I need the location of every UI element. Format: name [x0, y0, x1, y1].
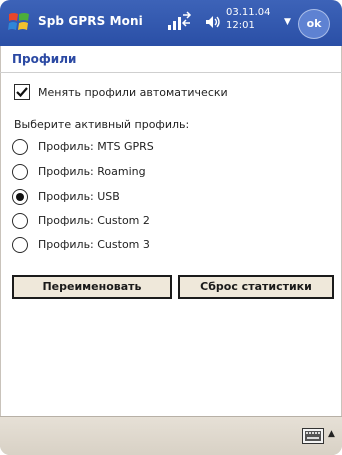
profile-option-custom-2[interactable]: Профиль: Custom 2: [12, 213, 312, 231]
rename-button[interactable]: Переименовать: [12, 275, 172, 299]
windows-flag-icon[interactable]: [6, 9, 32, 35]
profile-option-mts-gprs[interactable]: Профиль: MTS GPRS: [12, 139, 312, 157]
divider: [0, 72, 342, 73]
profile-label[interactable]: Профиль: Custom 3: [38, 238, 150, 251]
menu-bar: ▲: [0, 416, 342, 455]
dropdown-arrow-icon[interactable]: ▼: [284, 17, 291, 27]
radio-button-selected[interactable]: [12, 189, 28, 205]
input-menu-arrow-icon[interactable]: ▲: [328, 429, 335, 439]
title-bar: Spb GPRS Moni 03.11.04 12:01 ▼ ok: [0, 0, 342, 46]
choose-profile-label: Выберите активный профиль:: [14, 118, 190, 131]
profile-label[interactable]: Профиль: Roaming: [38, 165, 146, 178]
radio-button[interactable]: [12, 164, 28, 180]
app-window: Spb GPRS Moni 03.11.04 12:01 ▼ ok Профил…: [0, 0, 342, 455]
radio-button[interactable]: [12, 213, 28, 229]
signal-icon[interactable]: [166, 11, 192, 33]
radio-button[interactable]: [12, 139, 28, 155]
checkmark-icon: [16, 87, 28, 98]
page-title: Профили: [12, 52, 77, 66]
profile-option-usb[interactable]: Профиль: USB: [12, 189, 312, 207]
radio-button[interactable]: [12, 237, 28, 253]
profile-option-roaming[interactable]: Профиль: Roaming: [12, 164, 312, 182]
profile-label[interactable]: Профиль: MTS GPRS: [38, 140, 154, 153]
time-text: 12:01: [226, 20, 255, 31]
profile-label[interactable]: Профиль: Custom 2: [38, 214, 150, 227]
app-title: Spb GPRS Moni: [38, 14, 143, 28]
profile-label[interactable]: Профиль: USB: [38, 190, 120, 203]
auto-switch-label[interactable]: Менять профили автоматически: [38, 86, 228, 99]
clock[interactable]: 03.11.04 12:01: [226, 6, 282, 32]
reset-stats-button[interactable]: Сброс статистики: [178, 275, 334, 299]
volume-icon[interactable]: [204, 13, 222, 31]
keyboard-icon[interactable]: [302, 428, 324, 444]
auto-switch-checkbox[interactable]: [14, 84, 30, 100]
ok-button[interactable]: ok: [298, 9, 330, 39]
profile-option-custom-3[interactable]: Профиль: Custom 3: [12, 237, 312, 255]
date-text: 03.11.04: [226, 7, 271, 18]
